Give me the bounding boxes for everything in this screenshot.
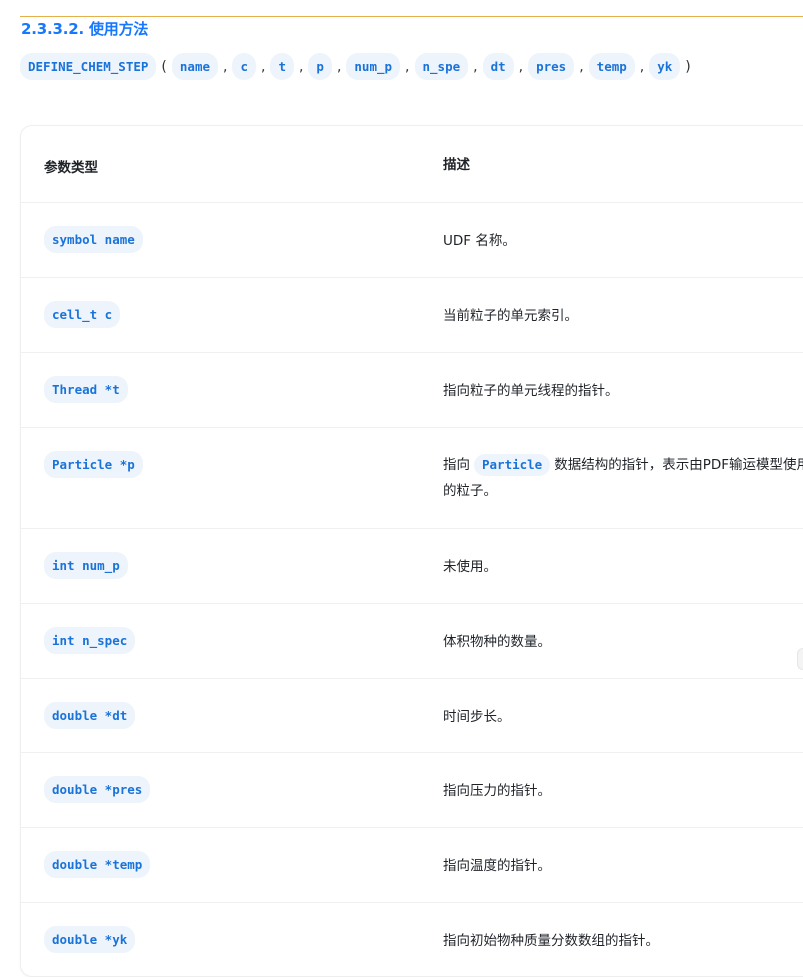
table-row: Particle *p 指向 Particle 数据结构的指针，表示由PDF输运模型…	[21, 427, 803, 529]
header-param-type: 参数类型	[44, 160, 98, 176]
param-type-code: double *yk	[44, 926, 136, 953]
param-type-cell: double *yk	[44, 926, 136, 953]
param-type-cell: double *temp	[44, 851, 151, 878]
param-type-cell: cell_t c	[44, 301, 121, 328]
param-type-cell: symbol name	[44, 226, 143, 253]
table-row: double *temp 指向温度的指针。	[21, 827, 803, 903]
param-description: 未使用。	[443, 559, 497, 575]
param-description: 时间步长。	[443, 709, 511, 725]
arg-code: t	[270, 53, 294, 80]
arg-separator: ,	[260, 58, 266, 75]
arg-separator: ,	[639, 58, 645, 75]
param-type-code: Particle *p	[44, 451, 143, 478]
arg-code: temp	[588, 53, 635, 80]
param-description: 当前粒子的单元索引。	[443, 308, 578, 324]
arg-code: dt	[482, 53, 514, 80]
table-row: int num_p 未使用。	[21, 528, 803, 604]
function-signature: DEFINE_CHEM_STEP ( name , c , t , p , nu…	[20, 53, 696, 80]
param-type-cell: double *pres	[44, 776, 151, 803]
param-type-cell: int num_p	[44, 552, 128, 579]
arg-code: name	[171, 53, 218, 80]
arg-separator: ,	[579, 58, 584, 75]
scroll-handle[interactable]	[797, 648, 803, 670]
arg-separator: ,	[473, 58, 478, 75]
table-header-row: 参数类型 描述	[21, 126, 803, 203]
parameter-table: 参数类型 描述 symbol name UDF 名称。 cell_t c 当前粒…	[20, 125, 803, 977]
arg-separator: ,	[405, 58, 410, 75]
arg-separator: ,	[223, 58, 228, 75]
param-description: 指向粒子的单元线程的指针。	[443, 383, 619, 399]
table-row: double *dt 时间步长。	[21, 678, 803, 753]
arg-code: pres	[528, 53, 575, 80]
macro-name-code: DEFINE_CHEM_STEP	[20, 53, 157, 80]
param-type-code: Thread *t	[44, 376, 128, 403]
param-type-code: double *dt	[44, 702, 136, 729]
param-type-code: cell_t c	[44, 301, 121, 328]
param-type-code: int num_p	[44, 552, 128, 579]
section-heading: 2.3.3.2. 使用方法	[21, 20, 149, 38]
table-row: int n_spec 体积物种的数量。	[21, 603, 803, 679]
arg-separator: ,	[336, 58, 342, 75]
header-description: 描述	[443, 157, 470, 173]
arg-code: yk	[649, 53, 681, 80]
table-row: cell_t c 当前粒子的单元索引。	[21, 277, 803, 353]
param-description: 指向压力的指针。	[443, 783, 551, 799]
param-type-code: double *temp	[44, 851, 151, 878]
param-type-code: symbol name	[44, 226, 143, 253]
section-top-rule	[20, 16, 803, 17]
table-row: symbol name UDF 名称。	[21, 202, 803, 278]
param-description: 指向 Particle 数据结构的指针，表示由PDF输运模型使用的粒子。	[443, 452, 803, 504]
param-type-cell: Particle *p	[44, 451, 143, 478]
param-description: 体积物种的数量。	[443, 634, 551, 650]
arg-code: p	[308, 53, 332, 80]
arg-code: n_spe	[414, 53, 469, 80]
param-description: UDF 名称。	[443, 233, 516, 249]
inline-code-particle: Particle	[474, 454, 551, 476]
param-type-code: int n_spec	[44, 627, 136, 654]
close-paren: )	[685, 58, 691, 75]
arg-code: c	[232, 53, 256, 80]
table-row: double *pres 指向压力的指针。	[21, 752, 803, 828]
arg-separator: ,	[518, 58, 524, 75]
param-type-cell: Thread *t	[44, 376, 128, 403]
param-description: 指向初始物种质量分数数组的指针。	[443, 933, 659, 949]
param-type-code: double *pres	[44, 776, 151, 803]
param-description: 指向温度的指针。	[443, 858, 551, 874]
arg-code: num_p	[346, 53, 401, 80]
arg-separator: ,	[298, 58, 304, 75]
open-paren: (	[161, 58, 167, 75]
param-type-cell: int n_spec	[44, 627, 136, 654]
param-type-cell: double *dt	[44, 702, 136, 729]
table-row: double *yk 指向初始物种质量分数数组的指针。	[21, 902, 803, 976]
desc-text-before: 指向	[443, 457, 470, 473]
table-row: Thread *t 指向粒子的单元线程的指针。	[21, 352, 803, 428]
